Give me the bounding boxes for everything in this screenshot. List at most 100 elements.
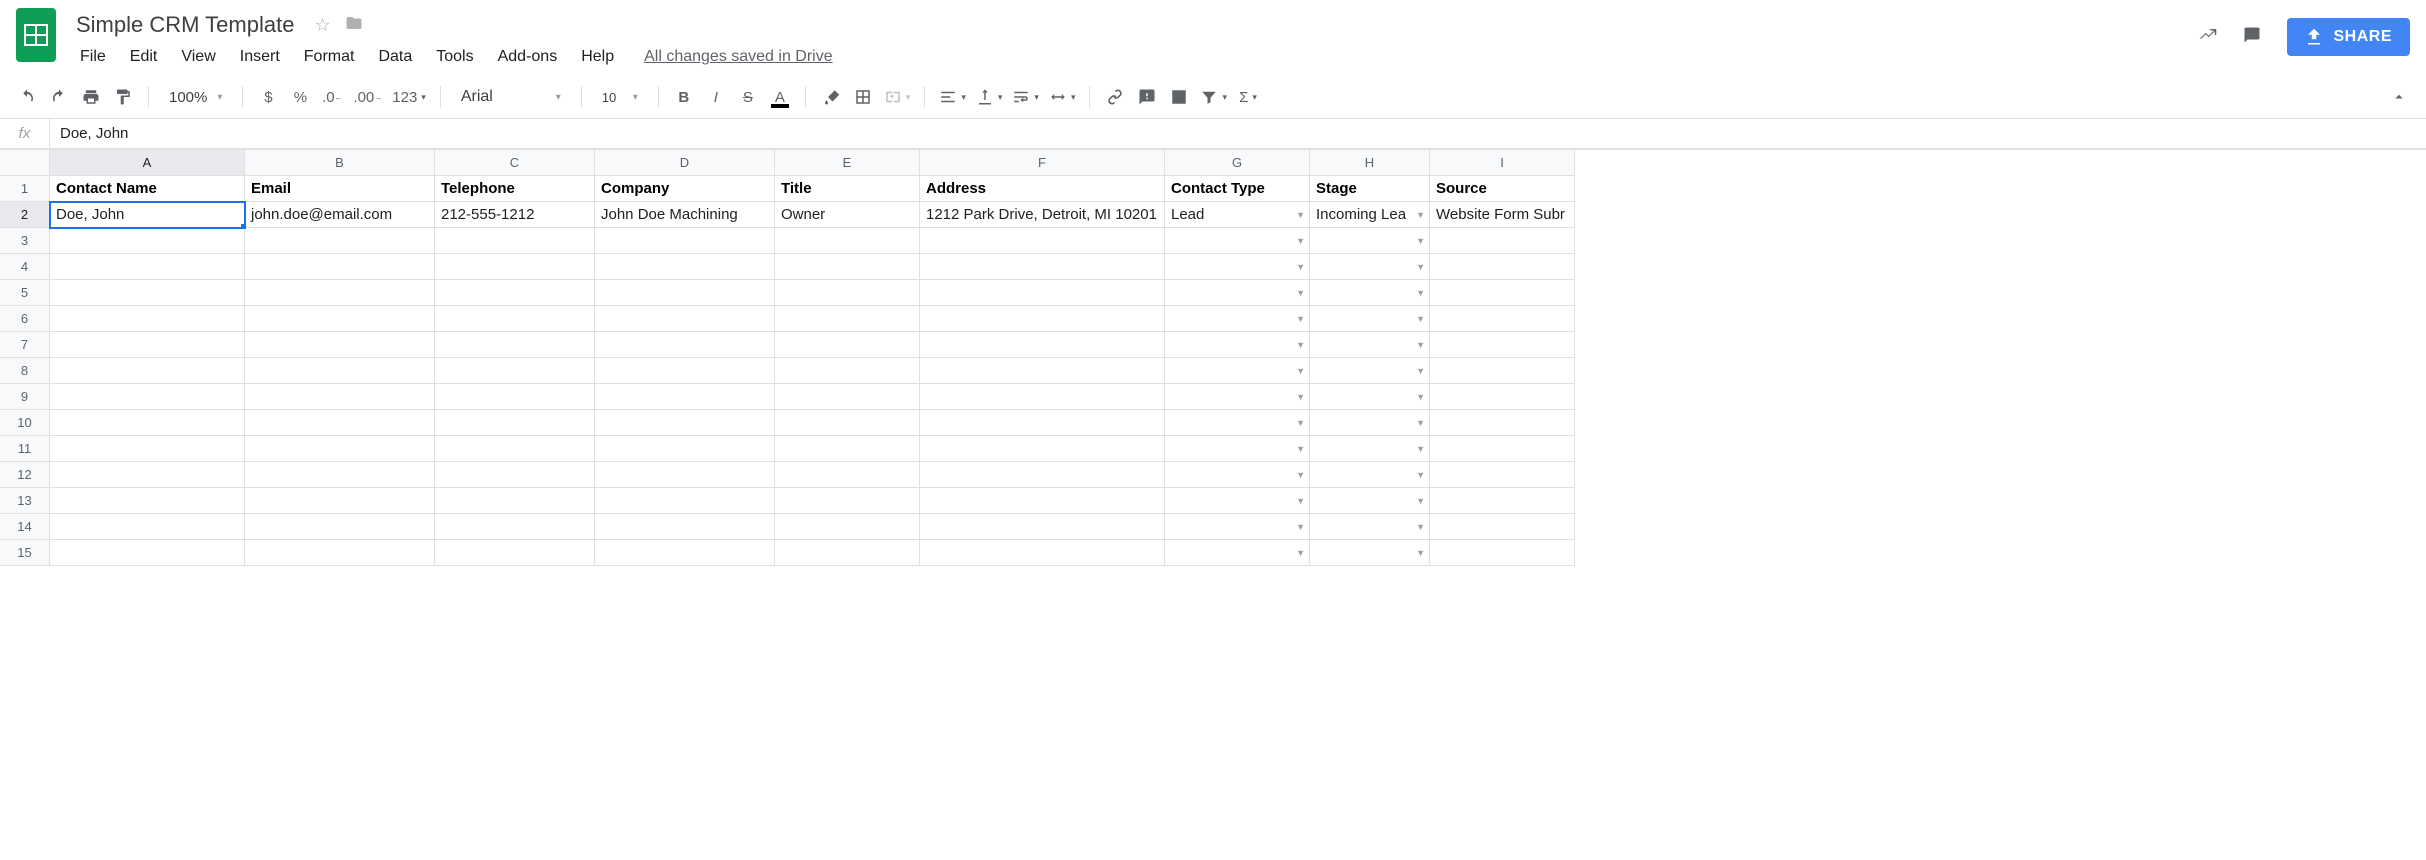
cell[interactable]: [245, 436, 435, 462]
cell[interactable]: [920, 462, 1165, 488]
row-header-13[interactable]: 13: [0, 488, 50, 514]
cell[interactable]: [50, 280, 245, 306]
dropdown-arrow-icon[interactable]: ▼: [1296, 236, 1305, 246]
dropdown-arrow-icon[interactable]: ▼: [1416, 262, 1425, 272]
cell[interactable]: john.doe@email.com: [245, 202, 435, 228]
cell[interactable]: [435, 306, 595, 332]
cell[interactable]: [595, 436, 775, 462]
column-header-C[interactable]: C: [435, 150, 595, 176]
horizontal-align-button[interactable]: [935, 82, 970, 112]
menu-insert[interactable]: Insert: [230, 44, 290, 70]
cell[interactable]: [245, 332, 435, 358]
row-header-3[interactable]: 3: [0, 228, 50, 254]
cell[interactable]: [920, 410, 1165, 436]
cell[interactable]: [595, 332, 775, 358]
cell[interactable]: ▼: [1310, 306, 1430, 332]
cell[interactable]: [245, 254, 435, 280]
select-all-corner[interactable]: [0, 150, 50, 176]
menu-format[interactable]: Format: [294, 44, 365, 70]
dropdown-arrow-icon[interactable]: ▼: [1296, 366, 1305, 376]
cell[interactable]: ▼: [1310, 436, 1430, 462]
cell[interactable]: [1430, 254, 1575, 280]
cell[interactable]: Telephone: [435, 176, 595, 202]
cell[interactable]: [245, 540, 435, 566]
cell[interactable]: [1430, 410, 1575, 436]
column-header-H[interactable]: H: [1310, 150, 1430, 176]
cell[interactable]: [50, 228, 245, 254]
dropdown-arrow-icon[interactable]: ▼: [1296, 288, 1305, 298]
cell[interactable]: 1212 Park Drive, Detroit, MI 10201: [920, 202, 1165, 228]
sheets-logo-icon[interactable]: [16, 8, 56, 62]
borders-button[interactable]: [848, 82, 878, 112]
undo-button[interactable]: [12, 82, 42, 112]
cell[interactable]: [920, 254, 1165, 280]
column-header-E[interactable]: E: [775, 150, 920, 176]
cell[interactable]: ▼: [1310, 540, 1430, 566]
cell[interactable]: Incoming Lea▼: [1310, 202, 1430, 228]
cell[interactable]: ▼: [1165, 540, 1310, 566]
cell[interactable]: [435, 436, 595, 462]
dropdown-arrow-icon[interactable]: ▼: [1416, 470, 1425, 480]
functions-button[interactable]: Σ: [1233, 82, 1263, 112]
row-header-7[interactable]: 7: [0, 332, 50, 358]
cell[interactable]: [775, 540, 920, 566]
cell[interactable]: [1430, 436, 1575, 462]
cell[interactable]: ▼: [1165, 358, 1310, 384]
cell[interactable]: [920, 332, 1165, 358]
cell[interactable]: [50, 384, 245, 410]
cell[interactable]: [1430, 280, 1575, 306]
cell[interactable]: ▼: [1165, 306, 1310, 332]
row-header-11[interactable]: 11: [0, 436, 50, 462]
cell[interactable]: [245, 384, 435, 410]
dropdown-arrow-icon[interactable]: ▼: [1416, 366, 1425, 376]
dropdown-arrow-icon[interactable]: ▼: [1416, 236, 1425, 246]
text-color-button[interactable]: A: [765, 82, 795, 112]
cell[interactable]: [775, 280, 920, 306]
row-header-9[interactable]: 9: [0, 384, 50, 410]
cell[interactable]: [50, 540, 245, 566]
cell[interactable]: ▼: [1310, 254, 1430, 280]
cell[interactable]: Owner: [775, 202, 920, 228]
cell[interactable]: [245, 462, 435, 488]
document-title[interactable]: Simple CRM Template: [70, 10, 300, 40]
cell[interactable]: [595, 254, 775, 280]
cell[interactable]: Source: [1430, 176, 1575, 202]
cell[interactable]: [920, 514, 1165, 540]
cell[interactable]: [1430, 384, 1575, 410]
cell[interactable]: ▼: [1165, 462, 1310, 488]
comments-icon[interactable]: [2243, 24, 2261, 50]
cell[interactable]: [245, 514, 435, 540]
cell[interactable]: [595, 462, 775, 488]
menu-tools[interactable]: Tools: [426, 44, 483, 70]
print-button[interactable]: [76, 82, 106, 112]
cell[interactable]: [920, 384, 1165, 410]
column-header-G[interactable]: G: [1165, 150, 1310, 176]
cell[interactable]: [775, 436, 920, 462]
cell[interactable]: [595, 384, 775, 410]
italic-button[interactable]: I: [701, 82, 731, 112]
cell[interactable]: [1430, 332, 1575, 358]
cell[interactable]: [595, 358, 775, 384]
cell[interactable]: [1430, 488, 1575, 514]
cell[interactable]: ▼: [1310, 488, 1430, 514]
cell[interactable]: [920, 306, 1165, 332]
zoom-select[interactable]: 100%: [159, 82, 232, 112]
row-header-12[interactable]: 12: [0, 462, 50, 488]
row-header-4[interactable]: 4: [0, 254, 50, 280]
cell[interactable]: [920, 436, 1165, 462]
cell[interactable]: Doe, John: [50, 202, 245, 228]
row-header-15[interactable]: 15: [0, 540, 50, 566]
menu-file[interactable]: File: [70, 44, 116, 70]
cell[interactable]: [50, 306, 245, 332]
dropdown-arrow-icon[interactable]: ▼: [1296, 418, 1305, 428]
spreadsheet-grid[interactable]: ABCDEFGHI1Contact NameEmailTelephoneComp…: [0, 149, 2426, 566]
dropdown-arrow-icon[interactable]: ▼: [1296, 340, 1305, 350]
cell[interactable]: [435, 358, 595, 384]
cell[interactable]: ▼: [1165, 254, 1310, 280]
dropdown-arrow-icon[interactable]: ▼: [1296, 392, 1305, 402]
cell[interactable]: [435, 462, 595, 488]
cell[interactable]: [595, 306, 775, 332]
dropdown-arrow-icon[interactable]: ▼: [1296, 548, 1305, 558]
strikethrough-button[interactable]: S: [733, 82, 763, 112]
cell[interactable]: [920, 540, 1165, 566]
